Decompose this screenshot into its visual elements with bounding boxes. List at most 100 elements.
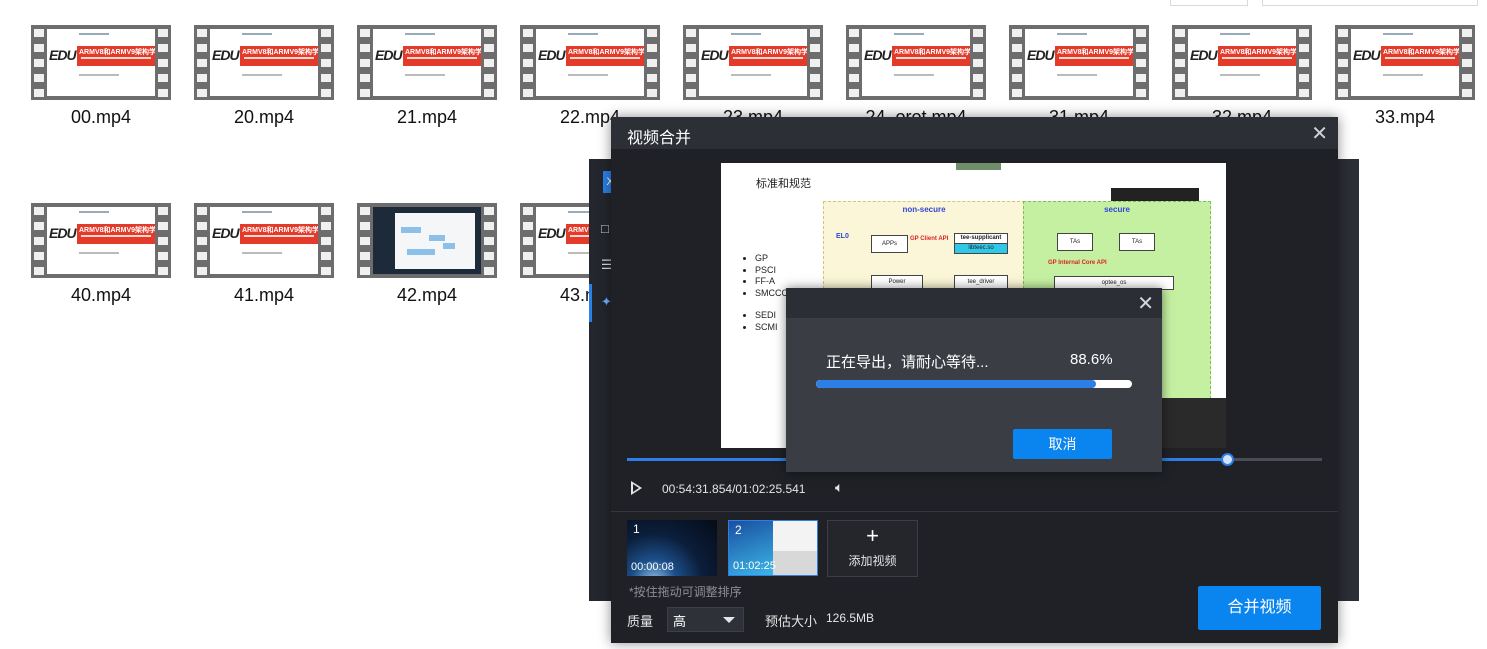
el0-label: EL0: [836, 233, 849, 240]
add-video-button[interactable]: + 添加视频: [827, 520, 918, 577]
gp-client-api-label: GP Client API: [910, 236, 949, 242]
slide-footer-line: [242, 74, 282, 76]
file-item[interactable]: EDU ARMV8和ARMV9架构学习 00.mp4: [31, 25, 171, 135]
edu-logo: EDU: [49, 47, 77, 63]
file-name: 00.mp4: [70, 107, 132, 127]
screen-block: [407, 249, 435, 255]
file-item[interactable]: EDU ARMV8和ARMV9架构学习 21.mp4: [357, 25, 497, 135]
clip-image-right: [773, 521, 817, 575]
drag-hint: *按住拖动可调整排序: [629, 585, 742, 599]
slide-footer-line: [894, 74, 934, 76]
slide-header-line: [731, 33, 761, 35]
film-perforation: [1299, 29, 1309, 97]
slide-footer-line: [242, 252, 282, 254]
add-video-label: 添加视频: [848, 554, 897, 568]
tee-driver-box: tee_driver: [954, 275, 1008, 289]
film-perforation: [647, 29, 657, 97]
slide-header-line: [79, 33, 109, 35]
explorer-top-edge: [0, 0, 1487, 6]
film-perforation: [34, 29, 44, 97]
file-name: 20.mp4: [233, 107, 295, 127]
edu-logo: EDU: [375, 47, 403, 63]
slide-bullet: FF-A: [755, 276, 788, 288]
slide-subtitle-line: [1385, 57, 1455, 59]
video-thumbnail: EDUARMV8和ARMV9架构学习: [683, 25, 823, 100]
dialog-header: 视频合并 ✕: [611, 117, 1338, 149]
dialog-title: 视频合并: [627, 130, 692, 147]
apps-box: APPs: [871, 235, 908, 253]
slide-banner: ARMV8和ARMV9架构学习: [729, 46, 807, 66]
video-thumbnail: EDUARMV8和ARMV9架构学习: [846, 25, 986, 100]
slide-header-line: [79, 211, 109, 213]
close-icon[interactable]: ✕: [1137, 291, 1154, 316]
film-perforation: [973, 29, 983, 97]
video-thumbnail: EDUARMV8和ARMV9架构学习: [194, 25, 334, 100]
volume-icon[interactable]: 🔈︎: [835, 479, 843, 496]
film-perforation: [484, 29, 494, 97]
quality-select[interactable]: 高: [667, 607, 744, 632]
film-perforation: [1338, 29, 1348, 97]
screen-block: [401, 227, 421, 233]
file-name: 41.mp4: [233, 285, 295, 305]
file-item[interactable]: EDU ARMV8和ARMV9架构学习 41.mp4: [194, 203, 334, 313]
film-perforation: [321, 29, 331, 97]
edu-logo: EDU: [212, 225, 240, 241]
slide-banner-text: ARMV8和ARMV9架构学习: [79, 227, 155, 234]
window-icon[interactable]: □: [601, 221, 609, 236]
file-item[interactable]: EDU ARMV8和ARMV9架构学习 20.mp4: [194, 25, 334, 135]
edu-logo: EDU: [212, 47, 240, 63]
edu-logo: EDU: [864, 47, 892, 63]
film-perforation: [523, 207, 533, 275]
slide-footer-line: [1220, 74, 1260, 76]
slide-subtitle-line: [244, 235, 314, 237]
video-thumbnail: [357, 203, 497, 278]
film-perforation: [1175, 29, 1185, 97]
slide-frame: EDUARMV8和ARMV9架构学习: [1025, 29, 1133, 96]
slide-subtitle-line: [570, 57, 640, 59]
clip-thumbnail-2[interactable]: 2 01:02:25: [728, 520, 818, 576]
slide-frame: EDUARMV8和ARMV9架构学习: [373, 29, 481, 96]
edu-logo: EDU: [1027, 47, 1055, 63]
screen-panel: [395, 213, 475, 269]
sidebar-active-indicator: [589, 284, 592, 322]
film-perforation: [1462, 29, 1472, 97]
divider: [611, 511, 1338, 512]
export-percent: 88.6%: [1070, 351, 1113, 368]
slide-banner: ARMV8和ARMV9架构学习: [1055, 46, 1133, 66]
merge-video-button[interactable]: 合并视频: [1198, 586, 1321, 630]
edu-logo: EDU: [1190, 47, 1218, 63]
close-icon[interactable]: ✕: [1311, 121, 1328, 146]
slide-bullet: PSCI: [755, 265, 788, 277]
search-box-edge[interactable]: [1262, 0, 1478, 6]
film-perforation: [197, 29, 207, 97]
slide-subtitle-line: [733, 57, 803, 59]
film-perforation: [360, 207, 370, 275]
video-thumbnail: EDUARMV8和ARMV9架构学习: [357, 25, 497, 100]
slide-subtitle-line: [81, 57, 151, 59]
cancel-button[interactable]: 取消: [1013, 429, 1112, 459]
playback-progress-handle[interactable]: [1220, 453, 1234, 466]
player-controls: 00:54:31.854/01:02:25.541 🔈︎: [631, 479, 1031, 499]
film-perforation: [360, 29, 370, 97]
edu-logo: EDU: [538, 47, 566, 63]
slide-header-line: [242, 33, 272, 35]
clip-thumbnail-1[interactable]: 1 00:00:08: [627, 520, 717, 576]
slide-bullet: SEDI: [755, 310, 788, 322]
file-name: 40.mp4: [70, 285, 132, 305]
file-item[interactable]: EDU ARMV8和ARMV9架构学习 40.mp4: [31, 203, 171, 313]
film-perforation: [849, 29, 859, 97]
file-item[interactable]: 42.mp4: [357, 203, 497, 313]
video-thumbnail: EDUARMV8和ARMV9架构学习: [31, 25, 171, 100]
slide-frame: EDUARMV8和ARMV9架构学习: [862, 29, 970, 96]
film-perforation: [523, 29, 533, 97]
slide-footer-line: [1057, 74, 1097, 76]
file-item[interactable]: EDU ARMV8和ARMV9架构学习 33.mp4: [1335, 25, 1475, 135]
film-perforation: [1012, 29, 1022, 97]
slide-banner: ARMV8和ARMV9架构学习: [77, 224, 155, 244]
screen-capture-frame: [373, 207, 481, 274]
play-icon[interactable]: [631, 481, 642, 495]
slide-frame: EDUARMV8和ARMV9架构学习: [536, 29, 644, 96]
film-perforation: [484, 207, 494, 275]
quality-value: 高: [673, 614, 687, 629]
webcam-overlay: [1161, 398, 1226, 448]
